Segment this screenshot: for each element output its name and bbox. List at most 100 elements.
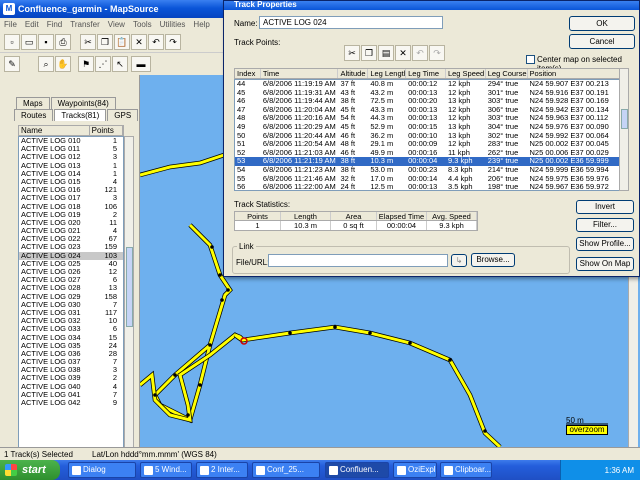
track-line-lower — [234, 325, 502, 447]
point-leg-time: 00:00:16 — [408, 148, 438, 157]
track-point-row[interactable]: 56 6/8/2006 11:22:00 AM 24 ft 12.5 m 00:00:1… — [235, 183, 628, 190]
select-arrow-icon[interactable]: ↖ — [112, 56, 128, 72]
invert-button[interactable]: Invert — [576, 200, 634, 214]
track-point-row[interactable]: 51 6/8/2006 11:20:54 AM 48 ft 29.1 m 00:00:0… — [235, 140, 628, 149]
taskbar-task[interactable]: 2 Inter... — [196, 462, 248, 478]
track-point-row[interactable]: 55 6/8/2006 11:21:46 AM 32 ft 17.0 m 00:00:1… — [235, 175, 628, 184]
taskbar-task[interactable]: 5 Wind... — [140, 462, 192, 478]
scroll-thumb[interactable] — [126, 247, 133, 327]
col-name[interactable]: Name — [19, 126, 90, 135]
print-icon[interactable]: ⎙ — [55, 34, 71, 50]
new-file-icon[interactable]: ▫ — [4, 34, 20, 50]
track-name-input[interactable]: ACTIVE LOG 024 — [259, 16, 443, 29]
coordinate-format: Lat/Lon hddd°mm.mmm' (WGS 84) — [92, 450, 217, 459]
menu-utilities[interactable]: Utilities — [156, 18, 190, 31]
open-folder-icon[interactable]: ▭ — [21, 34, 37, 50]
tab-tracks[interactable]: Tracks(81) — [54, 109, 107, 121]
center-map-checkbox[interactable] — [526, 55, 535, 64]
copy-icon[interactable]: ❐ — [97, 34, 113, 50]
cut-icon[interactable]: ✂ — [80, 34, 96, 50]
track-point-row[interactable]: 52 6/8/2006 11:21:03 AM 46 ft 49.9 m 00:00:1… — [235, 149, 628, 158]
col-leg-length[interactable]: Leg Length — [368, 69, 407, 78]
pan-hand-icon[interactable]: ✋ — [55, 56, 71, 72]
track-list-scrollbar[interactable] — [124, 136, 134, 480]
edit-tool-icon[interactable]: ✎ — [4, 56, 20, 72]
menu-find[interactable]: Find — [43, 18, 67, 31]
col-points[interactable]: Points — [90, 126, 123, 135]
track-points-table[interactable]: 44 6/8/2006 11:19:19 AM 37 ft 40.8 m 00:00:1… — [234, 79, 629, 191]
track-point-row[interactable]: 49 6/8/2006 11:20:29 AM 45 ft 52.9 m 00:00:1… — [235, 123, 628, 132]
col-time[interactable]: Time — [261, 69, 339, 78]
track-point-row[interactable]: 47 6/8/2006 11:20:04 AM 45 ft 43.3 m 00:00:1… — [235, 106, 628, 115]
cancel-button[interactable]: Cancel — [569, 34, 635, 49]
track-point-row[interactable]: 48 6/8/2006 11:20:16 AM 54 ft 44.3 m 00:00:1… — [235, 114, 628, 123]
menu-tools[interactable]: Tools — [129, 18, 156, 31]
undo-points-icon[interactable]: ↶ — [412, 45, 428, 61]
track-point-row[interactable]: 50 6/8/2006 11:20:44 AM 46 ft 36.2 m 00:00:1… — [235, 132, 628, 141]
menu-transfer[interactable]: Transfer — [66, 18, 104, 31]
point-leg-time: 00:00:23 — [408, 165, 438, 174]
file-url-input[interactable] — [268, 254, 448, 267]
col-altitude[interactable]: Altitude — [338, 69, 369, 78]
taskbar-task[interactable]: OziExplorer — [393, 462, 437, 478]
delete-points-icon[interactable]: ✕ — [395, 45, 411, 61]
show-profile-button[interactable]: Show Profile... — [576, 237, 634, 251]
point-index: 47 — [237, 105, 246, 114]
paste-icon[interactable]: 📋 — [114, 34, 130, 50]
point-altitude: 38 ft — [340, 165, 356, 174]
col-leg-time[interactable]: Leg Time — [406, 69, 446, 78]
taskbar-task[interactable]: Dialog — [68, 462, 136, 478]
menu-edit[interactable]: Edit — [21, 18, 43, 31]
start-button[interactable]: start — [0, 460, 60, 480]
point-leg-speed: 12 kph — [447, 105, 471, 114]
waypoint-flag-icon[interactable]: ⚑ — [78, 56, 94, 72]
scroll-thumb[interactable] — [621, 109, 628, 129]
point-leg-length: 10.3 m — [370, 157, 394, 166]
point-index: 48 — [237, 114, 246, 123]
col-leg-course[interactable]: Leg Course — [486, 69, 528, 78]
menu-help[interactable]: Help — [189, 18, 213, 31]
show-on-map-button[interactable]: Show On Map — [576, 257, 634, 271]
col-index[interactable]: Index — [235, 69, 261, 78]
track-list-item[interactable]: ACTIVE LOG 042 9 — [19, 398, 123, 407]
taskbar-task[interactable]: Conf_25... — [252, 462, 320, 478]
menu-view[interactable]: View — [104, 18, 129, 31]
track-tool-icon[interactable]: ▬ — [131, 56, 151, 72]
track-point-row[interactable]: 54 6/8/2006 11:21:23 AM 38 ft 53.0 m 00:00:2… — [235, 166, 628, 175]
track-list[interactable]: ACTIVE LOG 010 1 ACTIVE LOG 011 5 ACTIVE LOG… — [18, 136, 124, 480]
ok-button[interactable]: OK — [569, 16, 635, 31]
col-leg-speed[interactable]: Leg Speed — [446, 69, 486, 78]
track-point-row[interactable]: 53 6/8/2006 11:21:19 AM 38 ft 10.3 m 00:00:0… — [235, 157, 628, 166]
dialog-title[interactable]: Track Properties — [224, 1, 639, 10]
tab-maps[interactable]: Maps — [16, 97, 50, 109]
paste-points-icon[interactable]: ▤ — [378, 45, 394, 61]
tab-waypoints[interactable]: Waypoints(84) — [50, 97, 116, 109]
selection-status: 1 Track(s) Selected — [4, 450, 73, 459]
track-point-row[interactable]: 45 6/8/2006 11:19:31 AM 43 ft 43.2 m 00:00:1… — [235, 89, 628, 98]
redo-icon[interactable]: ↷ — [165, 34, 181, 50]
taskbar-task[interactable]: Confluen... — [325, 462, 389, 478]
point-leg-time: 00:00:13 — [408, 88, 438, 97]
track-points-scrollbar[interactable] — [619, 68, 629, 191]
tab-routes[interactable]: Routes — [14, 109, 54, 121]
redo-points-icon[interactable]: ↷ — [429, 45, 445, 61]
col-position[interactable]: Position — [528, 69, 628, 78]
zoom-tool-icon[interactable]: ⌕ — [38, 56, 54, 72]
route-tool-icon[interactable]: ⋰ — [95, 56, 111, 72]
filter-button[interactable]: Filter... — [576, 218, 634, 232]
point-position: N25 00.006 E37 00.029 — [529, 148, 609, 157]
track-point-row[interactable]: 46 6/8/2006 11:19:44 AM 38 ft 72.5 m 00:00:2… — [235, 97, 628, 106]
point-leg-time: 00:00:14 — [408, 174, 438, 183]
track-point-row[interactable]: 44 6/8/2006 11:19:19 AM 37 ft 40.8 m 00:00:1… — [235, 80, 628, 89]
menu-file[interactable]: File — [0, 18, 21, 31]
browse-button[interactable]: Browse... — [471, 253, 515, 267]
cut-points-icon[interactable]: ✂ — [344, 45, 360, 61]
tab-gps[interactable]: GPS — [107, 109, 139, 121]
delete-icon[interactable]: ✕ — [131, 34, 147, 50]
point-altitude: 46 ft — [340, 131, 356, 140]
save-icon[interactable]: ▪ — [38, 34, 54, 50]
open-link-icon[interactable]: ↳ — [451, 254, 467, 267]
taskbar-task[interactable]: Clipboar... — [440, 462, 492, 478]
copy-points-icon[interactable]: ❐ — [361, 45, 377, 61]
undo-icon[interactable]: ↶ — [148, 34, 164, 50]
